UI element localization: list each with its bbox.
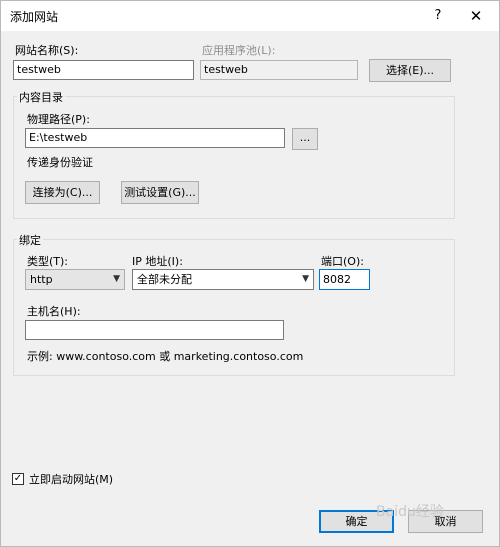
site-name-input[interactable]: testweb (13, 60, 194, 80)
physical-path-label: 物理路径(P): (27, 113, 90, 126)
host-name-input[interactable] (25, 320, 284, 340)
physical-path-input[interactable]: E:\testweb (25, 128, 285, 148)
add-website-dialog: 添加网站 ? ✕ 网站名称(S): testweb 应用程序池(L): test… (0, 0, 500, 547)
help-button[interactable]: ? (426, 4, 450, 28)
select-app-pool-button[interactable]: 选择(E)... (369, 59, 451, 82)
chevron-down-icon: ▼ (113, 274, 120, 284)
binding-example-text: 示例: www.contoso.com 或 marketing.contoso.… (27, 350, 304, 363)
ip-address-value: 全部未分配 (137, 273, 192, 286)
dialog-title: 添加网站 (10, 10, 59, 24)
host-name-label: 主机名(H): (27, 305, 81, 318)
port-input[interactable]: 8082 (319, 269, 370, 290)
ip-address-label: IP 地址(I): (132, 255, 183, 268)
app-pool-field: testweb (200, 60, 358, 80)
connect-as-button[interactable]: 连接为(C)... (25, 181, 100, 204)
binding-title: 绑定 (17, 232, 43, 248)
content-directory-title: 内容目录 (17, 89, 65, 105)
app-pool-label: 应用程序池(L): (202, 44, 276, 57)
chevron-down-icon: ▼ (302, 274, 309, 284)
port-label: 端口(O): (321, 255, 364, 268)
start-now-checkbox[interactable]: ✓ (12, 473, 24, 485)
browse-path-button[interactable]: ... (292, 128, 318, 150)
site-name-label: 网站名称(S): (15, 44, 79, 57)
start-now-label: 立即启动网站(M) (29, 473, 114, 486)
ip-address-select[interactable]: 全部未分配 ▼ (132, 269, 314, 290)
title-bar: 添加网站 ? ✕ (1, 1, 499, 31)
watermark-logo: Baidu经验 (376, 504, 444, 520)
type-value: http (30, 273, 53, 286)
test-settings-button[interactable]: 测试设置(G)... (121, 181, 199, 204)
close-button[interactable]: ✕ (461, 4, 491, 28)
type-label: 类型(T): (27, 255, 69, 268)
passthrough-auth-label: 传递身份验证 (27, 156, 93, 169)
type-select[interactable]: http ▼ (25, 269, 125, 290)
